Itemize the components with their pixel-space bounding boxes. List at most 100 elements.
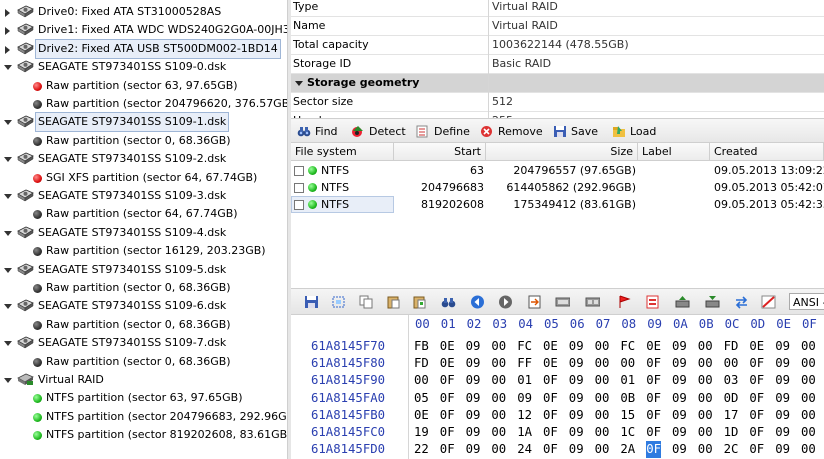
hex-byte[interactable]: FC [620, 338, 635, 355]
drive-item[interactable]: SEAGATE ST973401SS S109-3.dsk [0, 187, 287, 205]
collapse-arrow-icon[interactable] [4, 230, 12, 236]
hex-byte[interactable]: 09 [672, 424, 687, 441]
drive-item[interactable]: SEAGATE ST973401SS S109-5.dsk [0, 261, 287, 279]
hex-byte[interactable]: 00 [595, 390, 610, 407]
column-label[interactable]: Label [638, 143, 710, 161]
hex-byte[interactable]: 00 [801, 355, 816, 372]
hex-byte[interactable]: 0E [440, 338, 455, 355]
hex-byte[interactable]: 0E [646, 338, 661, 355]
hex-byte[interactable]: 00 [491, 390, 506, 407]
hex-byte[interactable]: 0E [543, 355, 558, 372]
collapse-arrow-icon[interactable] [4, 378, 12, 383]
hex-byte[interactable]: 0F [749, 424, 764, 441]
hex-row[interactable]: 61A8145FD0 22 0F 09 00 24 0F 09 00 2A 0F 09 00 2C 0F 09… [291, 441, 824, 459]
collapse-arrow-icon[interactable] [4, 65, 12, 71]
hex-byte[interactable]: 0F [440, 407, 455, 424]
property-row[interactable]: Total capacity 1003622144 (478.55GB) [291, 36, 824, 55]
drive-item[interactable]: Drive1: Fixed ATA WDC WDS240G2G0A-00JH30 [0, 21, 287, 39]
hex-byte[interactable]: 09 [775, 355, 790, 372]
hex-byte[interactable]: 00 [414, 372, 429, 389]
hex-byte[interactable]: 2C [724, 441, 739, 458]
hex-byte[interactable]: 0F [440, 441, 455, 458]
expand-arrow-icon[interactable] [5, 27, 10, 36]
hex-byte[interactable]: 24 [517, 441, 532, 458]
hex-byte[interactable]: 0F [543, 407, 558, 424]
hex-byte[interactable]: 09 [672, 372, 687, 389]
hex-byte[interactable]: 1D [724, 424, 739, 441]
hex-block2-icon[interactable] [585, 295, 600, 309]
hex-byte[interactable]: 00 [698, 390, 713, 407]
collapse-arrow-icon[interactable] [4, 341, 12, 347]
column-size[interactable]: Size [486, 143, 638, 161]
hex-byte[interactable]: 17 [724, 407, 739, 424]
hex-byte[interactable]: 09 [569, 424, 584, 441]
hex-row[interactable]: 61A8145FC0 19 0F 09 00 1A 0F 09 00 1C 0F 09 00 1D 0F 09… [291, 424, 824, 441]
hex-byte[interactable]: 00 [698, 355, 713, 372]
drive-item[interactable]: SEAGATE ST973401SS S109-0.dsk [0, 58, 287, 76]
hex-byte[interactable]: 0B [620, 390, 635, 407]
partition-item[interactable]: Raw partition (sector 204796620, 376.57G… [0, 95, 287, 113]
drive-item[interactable]: SEAGATE ST973401SS S109-4.dsk [0, 224, 287, 242]
hex-byte[interactable]: 09 [466, 338, 481, 355]
select-icon[interactable] [331, 295, 346, 309]
drive-item[interactable]: SEAGATE ST973401SS S109-2.dsk [0, 150, 287, 168]
save-icon[interactable] [304, 295, 319, 309]
hex-byte[interactable]: 0F [543, 390, 558, 407]
collapse-arrow-icon[interactable] [4, 267, 12, 273]
hex-byte[interactable]: FD [724, 338, 739, 355]
hex-byte[interactable]: 00 [801, 372, 816, 389]
hex-byte[interactable]: 0F [543, 441, 558, 458]
property-row[interactable]: Name Virtual RAID [291, 17, 824, 36]
hex-byte[interactable]: 09 [569, 407, 584, 424]
hex-byte[interactable]: 09 [775, 441, 790, 458]
hex-byte[interactable]: 00 [698, 441, 713, 458]
hex-byte[interactable]: 09 [466, 372, 481, 389]
drive-item[interactable]: Drive2: Fixed ATA USB ST500DM002-1BD14 [0, 38, 287, 59]
drive-item[interactable]: Drive0: Fixed ATA ST31000528AS [0, 3, 287, 21]
paste-icon[interactable] [386, 295, 401, 309]
hex-byte[interactable]: 0F [749, 407, 764, 424]
hex-byte[interactable]: 00 [491, 407, 506, 424]
column-start[interactable]: Start [394, 143, 486, 161]
bookmark-icon[interactable] [617, 295, 632, 309]
goto-icon[interactable] [527, 295, 542, 309]
hex-byte[interactable]: 15 [620, 407, 635, 424]
hex-byte[interactable]: 00 [801, 424, 816, 441]
hex-byte[interactable]: 0F [646, 441, 661, 459]
swap-icon[interactable] [734, 295, 749, 309]
hex-byte[interactable]: 0E [543, 338, 558, 355]
hex-byte[interactable]: 00 [801, 441, 816, 458]
hex-byte[interactable]: 09 [466, 424, 481, 441]
hex-byte[interactable]: 0F [646, 407, 661, 424]
partition-item[interactable]: NTFS partition (sector 63, 97.65GB) [0, 389, 287, 407]
hex-byte[interactable]: 0F [749, 390, 764, 407]
hex-byte[interactable]: 0E [440, 355, 455, 372]
hex-byte[interactable]: 00 [724, 355, 739, 372]
hex-byte[interactable]: 05 [414, 390, 429, 407]
hex-byte[interactable]: 00 [801, 390, 816, 407]
hex-row[interactable]: 61A8145FA0 05 0F 09 00 09 0F 09 00 0B 0F 09 00 0D 0F 09… [291, 390, 824, 407]
disk-down-icon[interactable] [705, 295, 720, 309]
hex-byte[interactable]: FB [414, 338, 429, 355]
hex-row[interactable]: 61A8145F90 00 0F 09 00 01 0F 09 00 01 0F 09 00 03 0F 09… [291, 372, 824, 389]
hex-byte[interactable]: 09 [517, 390, 532, 407]
hex-byte[interactable]: 00 [491, 441, 506, 458]
partition-checkbox[interactable] [294, 166, 304, 176]
hex-block-icon[interactable] [555, 295, 570, 309]
hex-byte[interactable]: 09 [569, 338, 584, 355]
hex-byte[interactable]: 1C [620, 424, 635, 441]
hex-viewer[interactable]: 00 01 02 03 04 05 06 07 08 09 0A 0B 0C 0D 0E 0F 61A8145F… [291, 315, 824, 459]
hex-byte[interactable]: 0F [440, 372, 455, 389]
hex-byte[interactable]: 00 [491, 355, 506, 372]
collapse-arrow-icon[interactable] [4, 120, 12, 126]
template-icon[interactable] [645, 295, 660, 309]
hex-byte[interactable]: 09 [466, 390, 481, 407]
hex-byte[interactable]: FD [414, 355, 429, 372]
collapse-arrow-icon[interactable] [4, 157, 12, 163]
hex-byte[interactable]: 00 [620, 355, 635, 372]
partition-item[interactable]: Raw partition (sector 63, 97.65GB) [0, 77, 287, 95]
expand-arrow-icon[interactable] [5, 45, 10, 54]
encoding-select[interactable]: ANSI - [789, 293, 824, 310]
property-row[interactable]: Type Virtual RAID [291, 0, 824, 17]
hex-byte[interactable]: 00 [595, 441, 610, 458]
